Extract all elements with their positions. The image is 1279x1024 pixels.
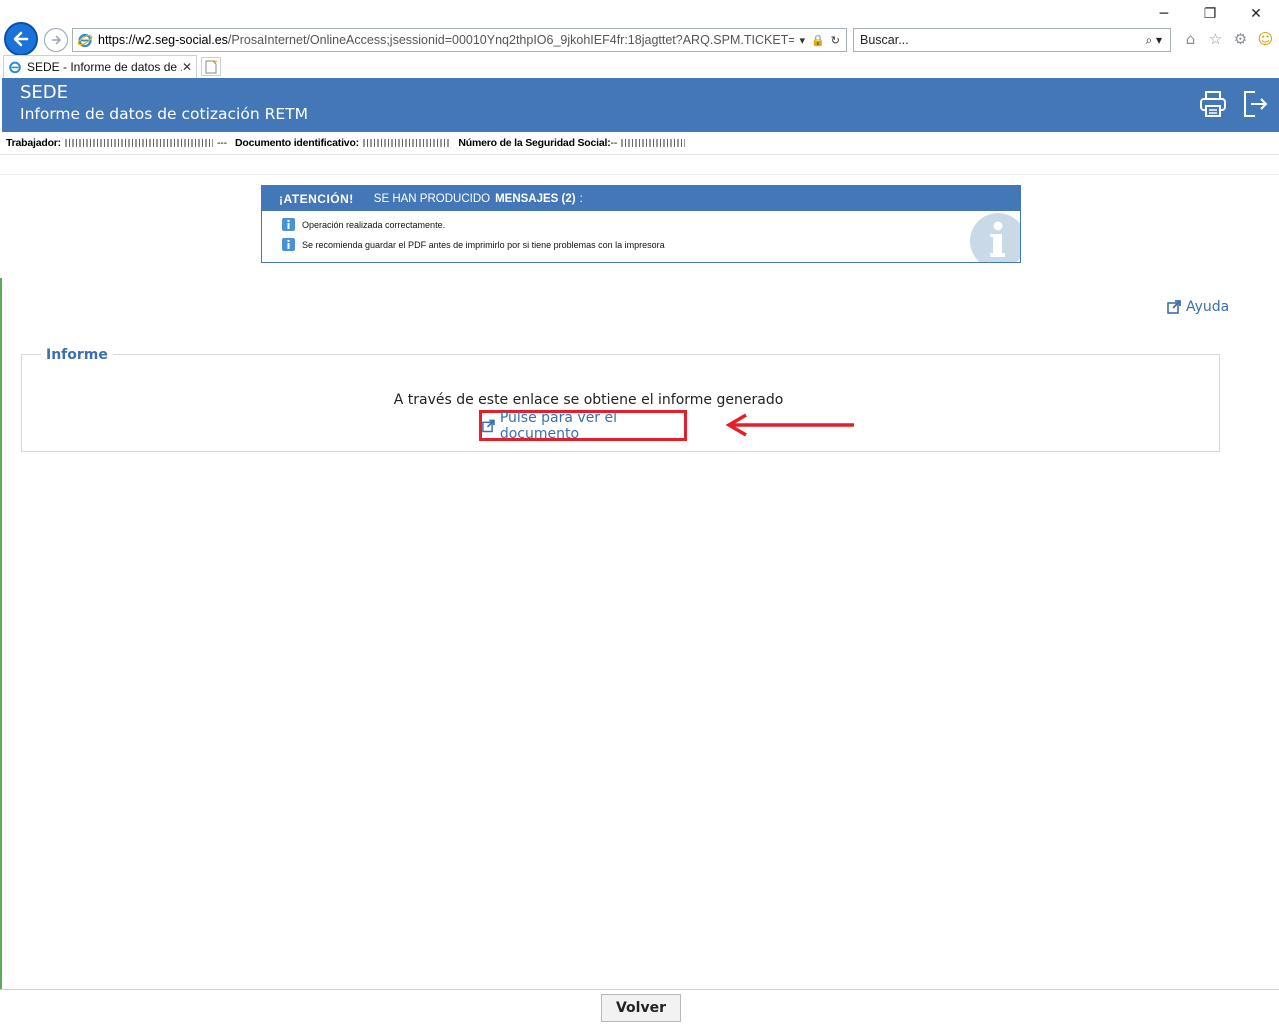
highlight-box: Pulse para ver el documento	[479, 410, 687, 442]
info-watermark-icon	[970, 213, 1020, 262]
search-input[interactable]: Buscar... ⌕ ▾	[853, 28, 1171, 52]
red-arrow-annotation	[725, 413, 854, 437]
help-link[interactable]: Ayuda	[1167, 299, 1229, 315]
smiley-icon[interactable]: ☺	[1256, 29, 1275, 48]
star-icon[interactable]: ☆	[1206, 29, 1225, 48]
alert-header: ¡ATENCIÓN! SE HAN PRODUCIDO MENSAJES (2)…	[262, 186, 1020, 211]
page-subtitle: Informe de datos de cotización RETM	[20, 105, 308, 123]
masked-worker-name	[64, 139, 213, 148]
close-tab-icon[interactable]: ✕	[182, 60, 196, 74]
lock-icon[interactable]: 🔒	[811, 34, 825, 47]
alert-messages-count: MENSAJES (2)	[495, 192, 576, 205]
logout-icon[interactable]	[1241, 89, 1269, 119]
alert-colon: :	[579, 192, 583, 205]
minimize-button[interactable]: ─	[1141, 0, 1187, 28]
alert-produced: SE HAN PRODUCIDO	[373, 192, 491, 205]
ss-number-prefix: --	[610, 137, 618, 149]
document-label: Documento identificativo:	[235, 137, 359, 149]
alert-message-text: Operación realizada correctamente.	[302, 219, 446, 230]
page-header: SEDE Informe de datos de cotización RETM	[2, 78, 1279, 132]
worker-label: Trabajador:	[6, 137, 61, 149]
attention-alert: ¡ATENCIÓN! SE HAN PRODUCIDO MENSAJES (2)…	[261, 185, 1021, 263]
window-controls: ─ ❐ ✕	[1141, 0, 1279, 28]
page-title: SEDE	[20, 82, 69, 103]
search-placeholder: Buscar...	[860, 33, 909, 47]
ie-logo-icon	[9, 61, 21, 74]
worker-suffix: ---	[216, 137, 227, 149]
divider	[0, 154, 1279, 155]
back-button[interactable]	[4, 22, 38, 56]
browser-window: ─ ❐ ✕ https://w2.seg-social.es/ProsaInte…	[0, 0, 1279, 1024]
home-icon[interactable]: ⌂	[1181, 29, 1200, 48]
alert-message-text: Se recomienda guardar el PDF antes de im…	[302, 239, 665, 250]
dropdown-icon[interactable]: ▾	[800, 34, 806, 47]
refresh-icon[interactable]: ↻	[831, 34, 840, 47]
restore-button[interactable]: ❐	[1187, 0, 1233, 28]
tab-label: SEDE - Informe de datos de ...	[27, 60, 182, 74]
masked-document-id	[362, 139, 449, 148]
alert-message: Operación realizada correctamente.	[282, 218, 445, 231]
forward-button[interactable]	[44, 28, 68, 52]
tab-bar: SEDE - Informe de datos de ... ✕	[0, 55, 1279, 78]
ss-number-label: Número de la Seguridad Social:	[458, 137, 611, 149]
alert-message: Se recomienda guardar el PDF antes de im…	[282, 238, 665, 251]
info-icon	[282, 238, 295, 251]
masked-ss-number	[621, 139, 686, 148]
informe-description: A través de este enlace se obtiene el in…	[393, 392, 784, 408]
close-window-button[interactable]: ✕	[1233, 0, 1279, 28]
address-bar[interactable]: https://w2.seg-social.es/ProsaInternet/O…	[72, 28, 847, 52]
view-document-link[interactable]: Pulse para ver el documento	[482, 410, 684, 442]
view-document-label: Pulse para ver el documento	[499, 409, 618, 442]
back-button-volver[interactable]: Volver	[601, 994, 681, 1022]
new-tab-icon	[205, 59, 217, 73]
user-info-strip: Trabajador: --- Documento identificativo:…	[6, 137, 689, 149]
footer-divider	[0, 989, 1279, 990]
arrow-right-icon	[52, 35, 62, 45]
info-icon	[282, 218, 295, 231]
alert-attention: ¡ATENCIÓN!	[279, 191, 354, 206]
toolbar-icons: ⌂ ☆ ⚙ ☺	[1181, 29, 1275, 48]
gear-icon[interactable]: ⚙	[1231, 29, 1250, 48]
informe-legend: Informe	[41, 347, 113, 363]
tab-sede[interactable]: SEDE - Informe de datos de ... ✕	[3, 55, 197, 78]
url-text: https://w2.seg-social.es/ProsaInternet/O…	[98, 33, 794, 47]
arrow-left-icon	[13, 31, 29, 47]
help-label: Ayuda	[1186, 299, 1230, 315]
print-icon[interactable]	[1199, 89, 1227, 119]
external-link-icon	[482, 419, 495, 432]
divider	[0, 174, 1279, 175]
informe-fieldset: Informe A través de este enlace se obtie…	[21, 347, 1220, 452]
ie-logo-icon	[77, 33, 93, 48]
search-icon[interactable]: ⌕ ▾	[1145, 33, 1170, 48]
new-tab-button[interactable]	[201, 57, 221, 76]
left-accent-bar	[0, 278, 2, 990]
external-link-icon	[1167, 300, 1181, 314]
